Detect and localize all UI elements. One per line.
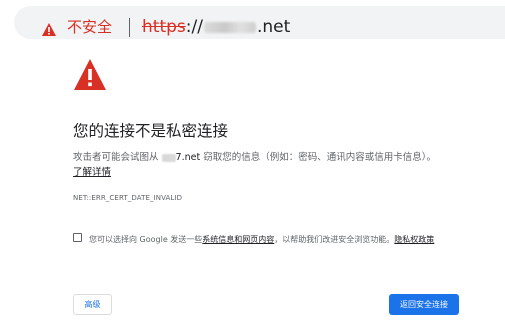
redacted-host [161, 153, 176, 162]
url-text[interactable]: https:// .net [142, 16, 290, 38]
separator [129, 18, 130, 37]
description-prefix: 攻击者可能会试图从 [73, 152, 159, 163]
address-bar[interactable]: 不安全 https:// .net [14, 6, 505, 39]
optin-text: 您可以选择向 Google 发送一些系统信息和网页内容，以帮助我们改进安全浏览功… [89, 232, 464, 247]
description-suffix: 窃取您的信息（例如：密码、通讯内容或信用卡信息）。 [203, 152, 436, 163]
system-info-link[interactable]: 系统信息和网页内容 [202, 235, 274, 244]
warning-triangle-icon [74, 59, 106, 90]
back-to-safety-button[interactable]: 返回安全连接 [389, 294, 459, 315]
privacy-policy-link[interactable]: 隐私权政策 [394, 235, 434, 244]
browser-page: 不安全 https:// .net 您的连接不是私密连接 攻击者可能会试图从 7.… [0, 0, 505, 328]
warning-icon[interactable] [42, 21, 56, 36]
url-separator: :// [185, 17, 203, 37]
error-code: NET::ERR_CERT_DATE_INVALID [73, 194, 183, 202]
url-host: .net [256, 17, 291, 37]
optin-text-middle: ，以帮助我们改进安全浏览功能。 [274, 235, 395, 244]
advanced-button[interactable]: 高级 [73, 294, 112, 315]
description: 攻击者可能会试图从 7.net 窃取您的信息（例如：密码、通讯内容或信用卡信息）… [73, 151, 436, 165]
page-title: 您的连接不是私密连接 [73, 122, 229, 140]
not-secure-label[interactable]: 不安全 [67, 17, 112, 37]
learn-more-link[interactable]: 了解详情 [73, 166, 111, 180]
url-scheme: https [142, 17, 186, 37]
optin-checkbox[interactable] [73, 233, 82, 242]
optin-text-before: 您可以选择向 Google 发送一些 [89, 235, 203, 244]
description-host: 7.net [175, 152, 201, 163]
redacted-host [203, 21, 256, 33]
